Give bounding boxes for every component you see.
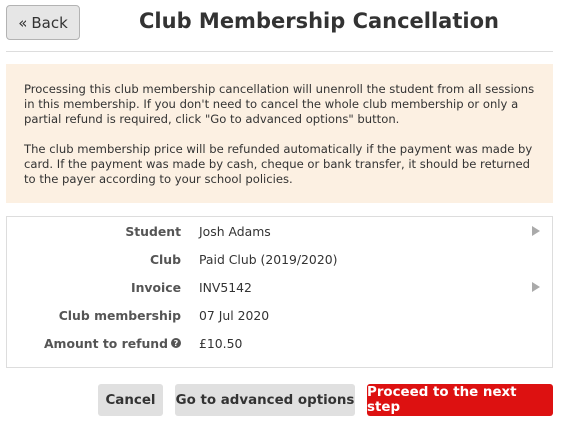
detail-value: 07 Jul 2020	[199, 307, 270, 323]
detail-value: Josh Adams	[199, 223, 271, 239]
detail-row-student[interactable]: Student Josh Adams	[7, 217, 552, 245]
help-icon[interactable]: ?	[171, 338, 181, 348]
detail-label: Club	[149, 251, 181, 267]
detail-row-amount: Amount to refund ? £10.50	[7, 329, 552, 357]
header-divider	[6, 51, 553, 52]
arrow-right-icon[interactable]	[532, 226, 540, 236]
detail-row-invoice[interactable]: Invoice INV5142	[7, 273, 552, 301]
detail-value: Paid Club (2019/2020)	[199, 251, 338, 267]
detail-row-club: Club Paid Club (2019/2020)	[7, 245, 552, 273]
arrow-right-icon[interactable]	[532, 282, 540, 292]
membership-details: Student Josh Adams Club Paid Club (2019/…	[6, 216, 553, 368]
info-notice: Processing this club membership cancella…	[6, 64, 553, 203]
detail-value: £10.50	[199, 335, 243, 351]
detail-row-club-membership: Club membership 07 Jul 2020	[7, 301, 552, 329]
cancel-button[interactable]: Cancel	[98, 384, 163, 416]
detail-label: Student	[125, 223, 181, 239]
detail-label: Club membership	[58, 307, 181, 323]
detail-value: INV5142	[199, 279, 252, 295]
detail-label-with-help: Amount to refund ?	[7, 336, 193, 351]
detail-label: Invoice	[130, 279, 181, 295]
notice-paragraph-refund: The club membership price will be refund…	[24, 142, 533, 186]
proceed-button[interactable]: Proceed to the next step	[367, 384, 553, 416]
notice-paragraph-unenroll: Processing this club membership cancella…	[24, 82, 535, 126]
advanced-options-button[interactable]: Go to advanced options	[175, 384, 355, 416]
header: « Back Club Membership Cancellation	[0, 0, 563, 52]
detail-label-text: Amount to refund	[43, 335, 168, 351]
page-title: Club Membership Cancellation	[139, 9, 499, 33]
